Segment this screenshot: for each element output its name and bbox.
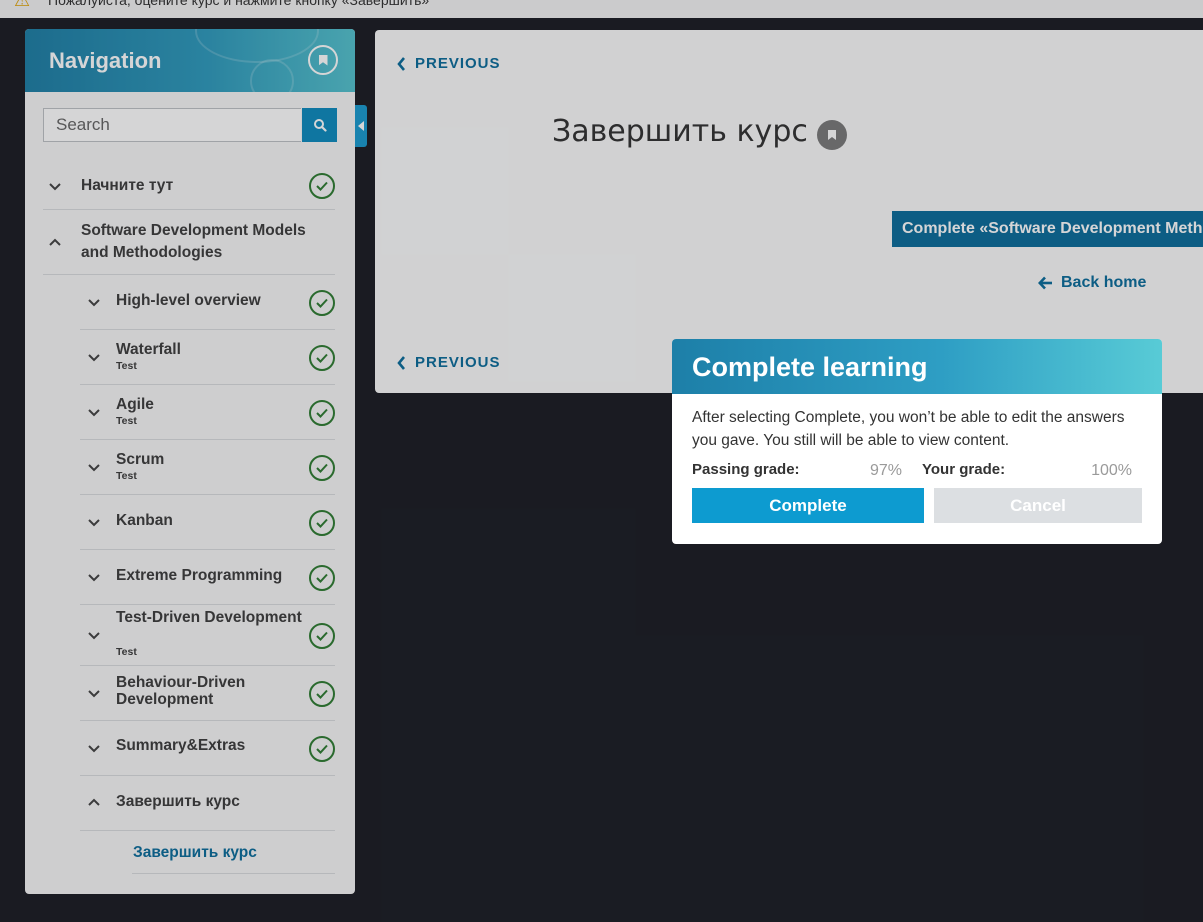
menu-item-high-level-overview[interactable]: High-level overview <box>80 275 335 330</box>
back-home-label: Back home <box>1061 274 1147 291</box>
chevron-down-icon <box>87 461 101 475</box>
completed-check-icon <box>309 455 335 481</box>
header-decoration <box>250 59 294 92</box>
chevron-left-icon <box>397 56 405 71</box>
menu-item-bdd[interactable]: Behaviour-Driven Development <box>80 666 335 721</box>
menu-item-finish-course-section[interactable]: Завершить курс <box>80 776 335 831</box>
back-home-link[interactable]: Back home <box>1038 274 1146 292</box>
chevron-down-icon <box>87 351 101 365</box>
menu-item-label: Начните тут <box>81 177 174 194</box>
completed-check-icon <box>309 400 335 426</box>
warning-icon: ⚠ <box>14 0 31 10</box>
chevron-down-icon <box>87 296 101 310</box>
completed-check-icon <box>309 345 335 371</box>
menu-item-label: Test-Driven Development <box>116 609 302 626</box>
completed-check-icon <box>309 290 335 316</box>
chevron-down-icon <box>87 516 101 530</box>
your-grade-label: Your grade: <box>922 461 1006 478</box>
menu-item-label: High-level overview <box>116 292 261 309</box>
menu-item-label: Extreme Programming <box>116 567 283 584</box>
menu-item-sublabel: Test <box>116 415 137 427</box>
notification-bar: ⚠ Пожалуйста, оцените курс и нажмите кно… <box>0 0 1203 18</box>
chevron-down-icon <box>87 406 101 420</box>
passing-grade-label: Passing grade: <box>692 461 800 478</box>
navigation-title: Navigation <box>49 48 162 73</box>
menu-item-label: Behaviour-Driven Development <box>116 674 246 708</box>
completed-check-icon <box>309 736 335 762</box>
search-button[interactable] <box>302 108 337 142</box>
search-box <box>43 108 337 142</box>
completed-check-icon <box>309 173 335 199</box>
menu-item-label: Summary&Extras <box>116 737 246 754</box>
completed-check-icon <box>309 623 335 649</box>
menu-item-label: Kanban <box>116 512 173 529</box>
menu-item-start-here[interactable]: Начните тут <box>43 163 335 210</box>
previous-label: PREVIOUS <box>415 354 501 371</box>
previous-link-bottom[interactable]: PREVIOUS <box>397 354 501 371</box>
menu-item-label: Software Development Models and Methodol… <box>81 222 306 261</box>
completed-check-icon <box>309 681 335 707</box>
passing-grade-value: 97% <box>869 462 902 479</box>
completed-check-icon <box>309 510 335 536</box>
dialog-header: Complete learning <box>672 339 1162 394</box>
navigation-header: Navigation <box>25 29 355 92</box>
search-input[interactable] <box>43 108 301 142</box>
notification-text: Пожалуйста, оцените курс и нажмите кнопк… <box>48 0 430 8</box>
chevron-left-icon <box>397 355 405 370</box>
menu-item-sublabel: Test <box>116 646 137 658</box>
collapse-sidebar-button[interactable] <box>355 105 367 147</box>
menu-item-sublabel: Test <box>116 360 137 372</box>
menu-item-waterfall[interactable]: Waterfall Test <box>80 330 335 385</box>
menu-item-kanban[interactable]: Kanban <box>80 495 335 550</box>
menu-item-extreme-programming[interactable]: Extreme Programming <box>80 550 335 605</box>
complete-button[interactable]: Complete <box>692 488 924 523</box>
menu-item-summary-extras[interactable]: Summary&Extras <box>80 721 335 776</box>
bookmark-icon <box>828 130 836 140</box>
chevron-down-icon <box>87 687 101 701</box>
menu-item-tdd[interactable]: Test-Driven Development Test <box>80 605 335 666</box>
menu-item-scrum[interactable]: Scrum Test <box>80 440 335 495</box>
page-title: Завершить курс <box>552 114 808 149</box>
dialog-title: Complete learning <box>692 352 928 382</box>
header-decoration <box>195 29 319 63</box>
chevron-up-icon <box>87 795 101 809</box>
menu-item-agile[interactable]: Agile Test <box>80 385 335 440</box>
menu-item-label: Scrum <box>116 451 165 468</box>
page-bookmark-button[interactable] <box>817 120 847 150</box>
menu-item-sdm-methodologies[interactable]: Software Development Models and Methodol… <box>43 210 335 275</box>
menu-item-label: Waterfall <box>116 341 181 358</box>
bookmark-icon <box>318 54 328 66</box>
bookmarks-button[interactable] <box>308 45 338 75</box>
menu-item-sublabel: Test <box>116 470 137 482</box>
chevron-up-icon <box>48 235 62 249</box>
menu-item-label: Завершить курс <box>116 793 240 810</box>
previous-link-top[interactable]: PREVIOUS <box>397 55 501 72</box>
previous-label: PREVIOUS <box>415 55 501 72</box>
completed-check-icon <box>309 565 335 591</box>
complete-course-button[interactable]: Complete «Software Development Methodolo… <box>892 211 1203 247</box>
chevron-down-icon <box>87 571 101 585</box>
menu-item-label: Agile <box>116 396 154 413</box>
chevron-down-icon <box>48 180 62 194</box>
navigation-sidebar: Navigation Начните тут <box>25 29 355 894</box>
chevron-down-icon <box>87 629 101 643</box>
chevron-down-icon <box>87 742 101 756</box>
arrow-left-icon <box>1038 276 1052 290</box>
complete-learning-dialog: Complete learning After selecting Comple… <box>672 339 1162 544</box>
menu-item-label: Завершить курс <box>133 844 257 861</box>
menu-item-finish-course-page[interactable]: Завершить курс <box>132 831 335 874</box>
search-icon <box>313 119 327 132</box>
dialog-message: After selecting Complete, you won’t be a… <box>692 409 1125 449</box>
chevron-left-icon <box>358 121 364 131</box>
your-grade-value: 100% <box>1091 462 1132 479</box>
cancel-button[interactable]: Cancel <box>934 488 1142 523</box>
